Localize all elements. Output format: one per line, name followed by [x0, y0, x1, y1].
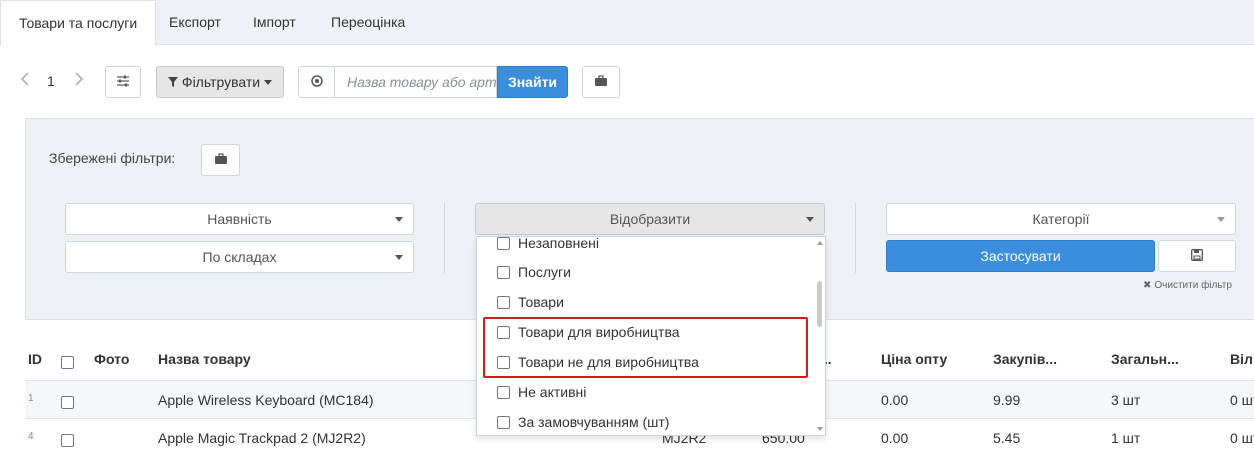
- row-id: 1: [28, 393, 34, 404]
- row-total-qty: 1 шт: [1111, 430, 1141, 446]
- clear-filter-label: Очистити фільтр: [1154, 280, 1232, 291]
- row-checkbox[interactable]: [61, 396, 74, 409]
- column-header-wholesale-price[interactable]: Ціна опту: [881, 351, 947, 367]
- caret-down-icon: [806, 217, 814, 222]
- option-unfilled[interactable]: Незаповнені: [497, 236, 599, 258]
- option-inactive[interactable]: Не активні: [497, 377, 586, 407]
- save-filter-button[interactable]: [1158, 240, 1236, 272]
- option-checkbox[interactable]: [497, 237, 510, 250]
- row-wholesale-price: 0.00: [881, 392, 909, 408]
- display-select-label: Відобразити: [609, 211, 691, 227]
- option-label: За замовчуванням (шт): [518, 414, 670, 430]
- select-all-checkbox[interactable]: [61, 356, 74, 369]
- scroll-down-icon[interactable]: [817, 427, 823, 431]
- page-number: 1: [47, 73, 55, 89]
- caret-down-icon: [264, 79, 273, 85]
- availability-select-label: Наявність: [207, 211, 272, 227]
- product-name-link[interactable]: Apple Magic Trackpad 2 (MJ2R2): [158, 430, 366, 446]
- caret-down-icon: [395, 217, 403, 222]
- menu-scrollbar[interactable]: [817, 281, 822, 327]
- warehouse-select[interactable]: По складах: [65, 241, 414, 273]
- availability-select[interactable]: Наявність: [65, 203, 414, 235]
- find-button[interactable]: Знайти: [497, 66, 568, 98]
- saved-filters-toolbar-button[interactable]: [582, 66, 620, 98]
- option-label: Не активні: [518, 384, 587, 400]
- saved-filters-label: Збережені фільтри:: [49, 150, 176, 166]
- warehouse-select-label: По складах: [202, 249, 277, 265]
- option-checkbox[interactable]: [497, 295, 510, 309]
- tab-bar: Товари та послуги Експорт Імпорт Переоці…: [0, 0, 1254, 46]
- row-free-qty: 0 шт: [1230, 392, 1254, 408]
- sliders-icon: [116, 74, 130, 90]
- clear-circle-icon: [310, 74, 323, 90]
- briefcase-icon: [594, 74, 608, 90]
- column-header-total[interactable]: Загальн...: [1111, 351, 1179, 367]
- tab-export[interactable]: Експорт: [151, 0, 239, 45]
- category-select-label: Категорії: [1032, 211, 1090, 227]
- tab-import[interactable]: Імпорт: [235, 0, 314, 45]
- column-header-free[interactable]: Віл: [1230, 351, 1253, 367]
- filter-button-label: Фільтрувати: [181, 74, 261, 90]
- option-label: Послуги: [518, 264, 571, 280]
- highlight-box: [483, 317, 808, 378]
- saved-filters-button[interactable]: [201, 144, 240, 176]
- scroll-up-icon[interactable]: [817, 241, 823, 245]
- row-total-qty: 3 шт: [1111, 392, 1141, 408]
- apply-button[interactable]: Застосувати: [886, 240, 1155, 272]
- option-goods[interactable]: Товари: [497, 287, 564, 317]
- tab-products-services[interactable]: Товари та послуги: [0, 0, 157, 46]
- option-checkbox[interactable]: [497, 265, 510, 279]
- floppy-disk-icon: [1191, 248, 1203, 264]
- close-icon: ✖: [1143, 280, 1152, 291]
- row-wholesale-price: 0.00: [881, 430, 909, 446]
- product-name-link[interactable]: Apple Wireless Keyboard (MC184): [158, 392, 374, 408]
- funnel-icon: [167, 74, 178, 90]
- caret-down-icon: [1217, 217, 1225, 222]
- filter-divider: [444, 203, 445, 273]
- option-checkbox[interactable]: [497, 385, 510, 399]
- filter-button[interactable]: Фільтрувати: [156, 66, 284, 98]
- column-header-purchase[interactable]: Закупів...: [993, 351, 1057, 367]
- briefcase-icon: [214, 152, 228, 168]
- clear-filter-link[interactable]: ✖ Очистити фільтр: [1143, 280, 1232, 291]
- option-label: Товари: [518, 294, 564, 310]
- row-id: 4: [28, 431, 34, 442]
- column-header-id[interactable]: ID: [28, 351, 42, 367]
- row-checkbox[interactable]: [61, 434, 74, 447]
- filter-divider: [855, 203, 856, 273]
- column-header-name[interactable]: Назва товару: [158, 351, 251, 367]
- row-purchase-price: 5.45: [993, 430, 1021, 446]
- clear-search-button[interactable]: [298, 66, 335, 98]
- prev-page-icon[interactable]: [20, 70, 30, 91]
- caret-down-icon: [395, 255, 403, 260]
- display-select[interactable]: Відобразити: [475, 203, 825, 235]
- option-services[interactable]: Послуги: [497, 257, 571, 287]
- next-page-icon[interactable]: [74, 70, 84, 91]
- search-input[interactable]: Назва товару або артикул: [334, 66, 497, 98]
- row-free-qty: 0 шт: [1230, 430, 1254, 446]
- column-header-photo: Фото: [94, 351, 130, 367]
- option-default-unit[interactable]: За замовчуванням (шт): [497, 407, 670, 435]
- tab-repricing[interactable]: Переоцінка: [313, 0, 423, 45]
- option-label: Незаповнені: [518, 236, 599, 251]
- row-purchase-price: 9.99: [993, 392, 1021, 408]
- option-checkbox[interactable]: [497, 415, 510, 429]
- category-select[interactable]: Категорії: [886, 203, 1236, 235]
- column-settings-button[interactable]: [105, 66, 141, 98]
